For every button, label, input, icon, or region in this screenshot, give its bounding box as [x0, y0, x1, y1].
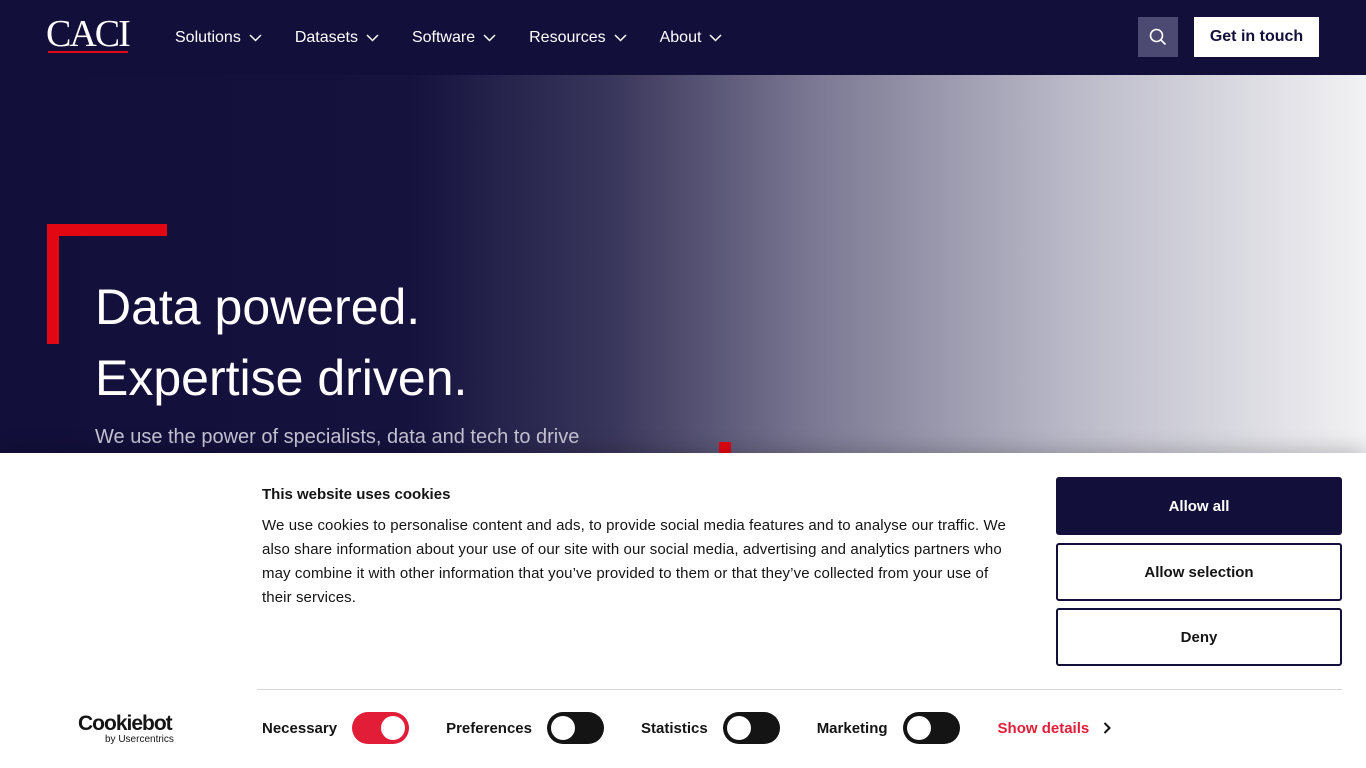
show-details-label: Show details	[997, 719, 1090, 737]
toggle-knob	[381, 716, 406, 740]
toggle-knob	[906, 716, 931, 740]
cookie-banner: This website uses cookies We use cookies…	[0, 453, 1366, 768]
search-icon	[1149, 28, 1167, 46]
chevron-right-icon	[1104, 722, 1112, 734]
chevron-down-icon	[366, 33, 379, 42]
toggle-group-necessary: Necessary	[262, 712, 410, 744]
search-button[interactable]	[1138, 17, 1178, 57]
cookiebot-sub-brand: by Usercentrics	[105, 734, 174, 745]
cookie-description: We use cookies to personalise content an…	[262, 517, 1006, 606]
toggle-knob	[726, 716, 751, 740]
allow-selection-button[interactable]: Allow selection	[1056, 543, 1342, 601]
nav-label: Resources	[529, 28, 606, 46]
show-details-link[interactable]: Show details	[998, 720, 1112, 737]
marketing-toggle[interactable]	[902, 712, 960, 744]
nav-label: Software	[411, 28, 476, 46]
toggle-label: Necessary	[262, 719, 338, 737]
hero-heading-line1: Data powered.	[95, 279, 421, 335]
chevron-down-icon	[249, 33, 262, 42]
preferences-toggle[interactable]	[546, 712, 604, 744]
caci-logo[interactable]: CACI	[46, 13, 131, 55]
hero-heading-line2: Expertise driven.	[95, 350, 468, 406]
statistics-toggle[interactable]	[722, 712, 780, 744]
nav-label: Datasets	[294, 28, 358, 46]
cookiebot-logo: Cookiebot by Usercentrics	[78, 713, 188, 747]
logo-underline	[48, 51, 128, 53]
cookiebot-brand: Cookiebot	[78, 712, 173, 735]
cookie-divider	[257, 689, 1342, 690]
nav-item-datasets[interactable]: Datasets	[295, 29, 379, 47]
nav-item-software[interactable]: Software	[412, 29, 496, 47]
chevron-down-icon	[614, 33, 627, 42]
hero-banner	[0, 75, 1366, 475]
toggle-group-preferences: Preferences	[446, 712, 604, 744]
hero-subtitle: We use the power of specialists, data an…	[95, 426, 580, 448]
toggle-label: Marketing	[816, 719, 888, 737]
nav-item-solutions[interactable]: Solutions	[175, 29, 262, 47]
toggle-label: Statistics	[640, 719, 708, 737]
cookie-title: This website uses cookies	[262, 486, 451, 503]
consent-toggles: Necessary Preferences Statistics Marketi…	[262, 712, 1112, 744]
toggle-knob	[550, 716, 575, 740]
hero-bracket-top	[47, 224, 167, 236]
chevron-down-icon	[709, 33, 722, 42]
nav-label: About	[659, 28, 702, 46]
toggle-group-statistics: Statistics	[641, 712, 780, 744]
site-header: CACI Solutions Datasets Software Resourc…	[0, 0, 1366, 75]
logo-text: CACI	[46, 13, 131, 55]
necessary-toggle[interactable]	[352, 712, 410, 744]
nav-item-resources[interactable]: Resources	[529, 28, 627, 47]
toggle-group-marketing: Marketing	[817, 712, 960, 744]
chevron-down-icon	[483, 33, 496, 42]
nav-item-about[interactable]: About	[660, 29, 723, 47]
hero-bracket-left	[47, 224, 59, 344]
allow-all-button[interactable]: Allow all	[1056, 477, 1342, 535]
nav-label: Solutions	[175, 28, 241, 46]
deny-button[interactable]: Deny	[1056, 608, 1342, 666]
toggle-label: Preferences	[446, 719, 532, 737]
main-nav: Solutions Datasets Software Resources Ab…	[175, 0, 755, 75]
get-in-touch-button[interactable]: Get in touch	[1194, 17, 1319, 57]
